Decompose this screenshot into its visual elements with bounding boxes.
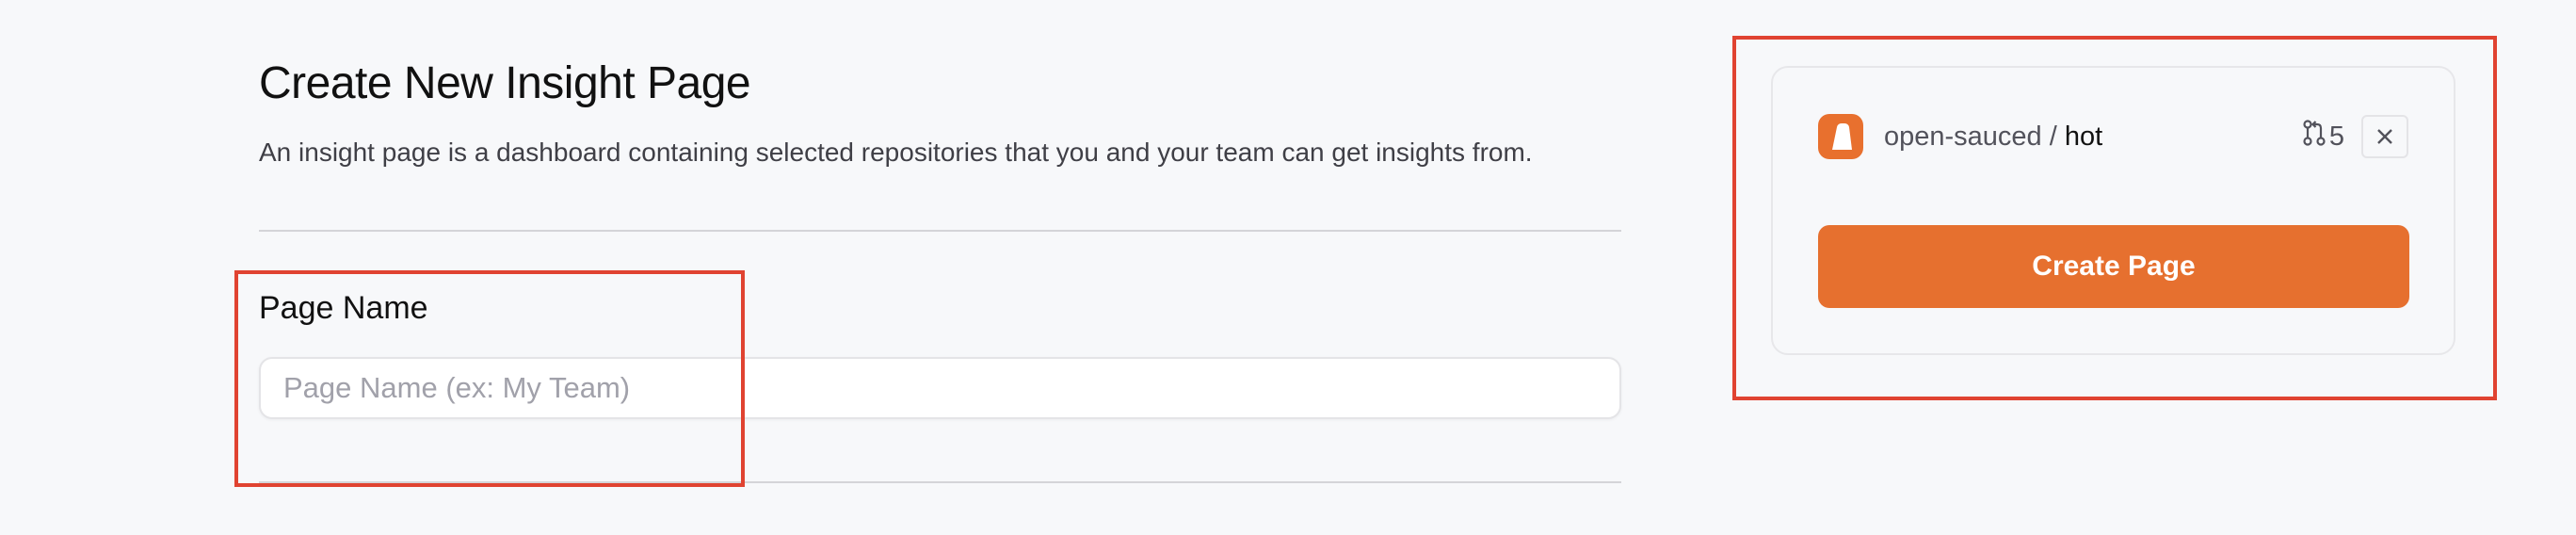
create-insight-page: Create New Insight Page An insight page …	[0, 0, 2576, 535]
divider-top	[259, 230, 1621, 232]
highlight-box-sidebar	[1732, 36, 2497, 400]
main-content: Create New Insight Page An insight page …	[259, 57, 1621, 483]
highlight-box-page-name	[234, 270, 745, 487]
page-title: Create New Insight Page	[259, 58, 751, 108]
page-description: An insight page is a dashboard containin…	[259, 137, 1533, 167]
